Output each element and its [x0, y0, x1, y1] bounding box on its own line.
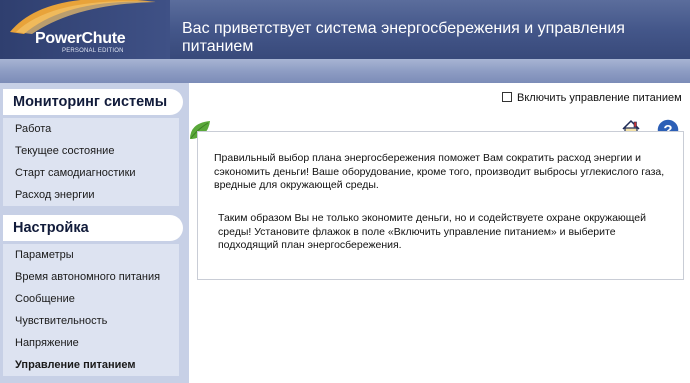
sidebar-item-energy-usage[interactable]: Расход энергии — [3, 184, 179, 206]
sidebar-item-message[interactable]: Сообщение — [3, 288, 179, 310]
sidebar-item-voltage[interactable]: Напряжение — [3, 332, 179, 354]
sidebar-item-current-state[interactable]: Текущее состояние — [3, 140, 179, 162]
logo: PowerChute PERSONAL EDITION — [0, 0, 170, 59]
sidebar-item-sensitivity[interactable]: Чувствительность — [3, 310, 179, 332]
logo-text: PowerChute — [35, 30, 126, 47]
sidebar-item-power-management[interactable]: Управление питанием — [3, 354, 179, 376]
title-bar: Настройки управления питанием ? — [0, 59, 690, 142]
nav-group-monitoring: Работа Текущее состояние Старт самодиагн… — [3, 118, 179, 206]
logo-subtitle: PERSONAL EDITION — [62, 48, 124, 54]
sidebar-item-work[interactable]: Работа — [3, 118, 179, 140]
enable-power-management-checkbox[interactable] — [502, 92, 512, 102]
app-header: PowerChute PERSONAL EDITION Вас приветст… — [0, 0, 690, 59]
info-box: Правильный выбор плана энергосбережения … — [197, 131, 684, 280]
section-heading-monitoring: Мониторинг системы — [3, 89, 183, 115]
sidebar-item-self-test[interactable]: Старт самодиагностики — [3, 162, 179, 184]
welcome-text: Вас приветствует система энергосбережени… — [182, 20, 625, 55]
sidebar-item-runtime[interactable]: Время автономного питания — [3, 266, 179, 288]
sidebar-item-parameters[interactable]: Параметры — [3, 244, 179, 266]
info-paragraph-2: Таким образом Вы не только экономите ден… — [218, 212, 647, 251]
section-heading-settings: Настройка — [3, 215, 183, 241]
nav-group-settings: Параметры Время автономного питания Сооб… — [3, 244, 179, 376]
info-paragraph-1: Правильный выбор плана энергосбережения … — [214, 152, 665, 191]
enable-power-management-label[interactable]: Включить управление питанием — [517, 92, 682, 104]
sidebar: Мониторинг системы Работа Текущее состоя… — [0, 83, 189, 383]
